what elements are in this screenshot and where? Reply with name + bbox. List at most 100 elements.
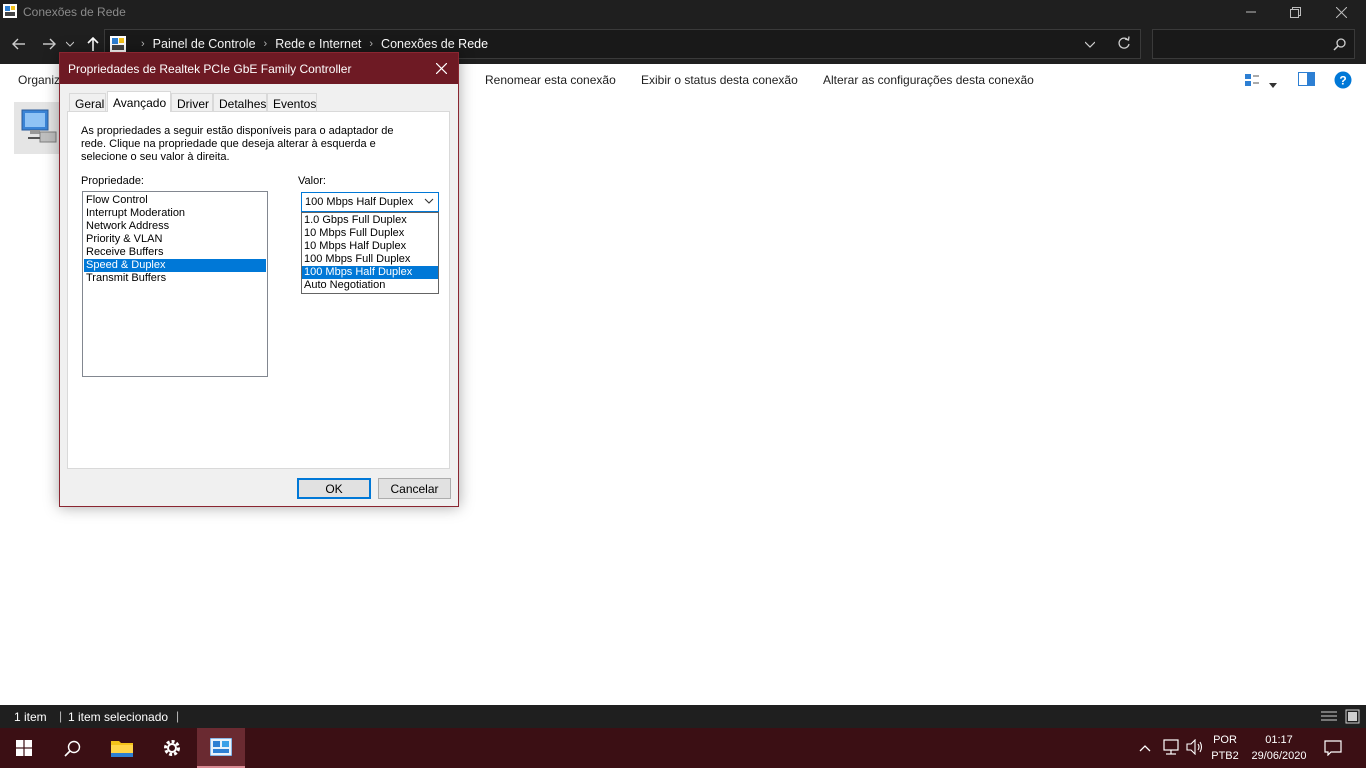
view-dropdown[interactable] [1269, 77, 1277, 91]
large-icons-view-icon [1345, 709, 1360, 724]
dropdown-option[interactable]: 1.0 Gbps Full Duplex [302, 214, 438, 227]
up-button[interactable] [82, 34, 104, 54]
list-item[interactable]: Priority & VLAN [84, 233, 266, 246]
large-icons-view-button[interactable] [1345, 709, 1360, 727]
property-listbox[interactable]: Flow Control Interrupt Moderation Networ… [82, 191, 268, 377]
windows-logo-icon [16, 740, 32, 756]
network-adapter-item[interactable] [14, 102, 64, 154]
volume-tray-button[interactable] [1186, 738, 1204, 758]
network-wired-icon [1163, 739, 1179, 755]
tab-driver[interactable]: Driver [171, 93, 213, 111]
tab-advanced[interactable]: Avançado [107, 91, 171, 112]
caret-down-icon [1269, 83, 1277, 88]
back-button[interactable] [8, 34, 30, 54]
file-explorer-taskbar-button[interactable] [98, 728, 146, 768]
combobox-value: 100 Mbps Half Duplex [305, 196, 414, 208]
forward-button[interactable] [38, 34, 60, 54]
chevron-right-icon: › [263, 38, 268, 50]
chevron-down-icon [1084, 41, 1096, 48]
list-item[interactable]: Interrupt Moderation [84, 207, 266, 220]
preview-pane-button[interactable] [1298, 72, 1315, 89]
list-item[interactable]: Receive Buffers [84, 246, 266, 259]
language-code: POR [1213, 734, 1237, 746]
item-count: 1 item [14, 710, 47, 724]
input-language-button[interactable]: POR PTB2 [1208, 732, 1242, 764]
control-panel-taskbar-button[interactable] [197, 728, 245, 768]
dialog-title-bar[interactable]: Propriedades de Realtek PCIe GbE Family … [60, 53, 458, 84]
show-hidden-icons-button[interactable] [1139, 741, 1151, 755]
list-item[interactable]: Flow Control [84, 194, 266, 207]
dialog-close-button[interactable] [424, 53, 458, 84]
property-label: Propriedade: [81, 175, 144, 187]
dropdown-option-selected[interactable]: 100 Mbps Half Duplex [302, 266, 438, 279]
close-icon [435, 63, 447, 74]
advanced-tab-panel: As propriedades a seguir estão disponíve… [67, 111, 450, 469]
refresh-button[interactable] [1117, 36, 1131, 53]
window-title: Conexões de Rede [23, 5, 126, 19]
view-status-button[interactable]: Exibir o status desta conexão [641, 73, 798, 87]
action-center-button[interactable] [1324, 740, 1342, 759]
view-options-icon [1245, 74, 1259, 86]
status-separator: | [59, 709, 63, 723]
chevron-down-icon [66, 41, 74, 47]
control-panel-icon [110, 36, 126, 52]
clock-button[interactable]: 01:17 29/06/2020 [1246, 732, 1312, 764]
search-icon [1333, 38, 1346, 51]
dropdown-option[interactable]: 10 Mbps Half Duplex [302, 240, 438, 253]
chevron-right-icon: › [141, 38, 145, 50]
notification-icon [1324, 740, 1342, 757]
network-connections-app-icon [3, 4, 17, 18]
details-view-icon [1321, 711, 1337, 721]
arrow-up-icon [87, 37, 99, 51]
clock-date: 29/06/2020 [1251, 750, 1307, 762]
search-icon [63, 740, 80, 757]
ok-button[interactable]: OK [297, 478, 371, 499]
recent-locations-button[interactable] [62, 34, 78, 54]
dropdown-option[interactable]: 10 Mbps Full Duplex [302, 227, 438, 240]
properties-dialog: Propriedades de Realtek PCIe GbE Family … [59, 52, 459, 507]
value-dropdown-list[interactable]: 1.0 Gbps Full Duplex 10 Mbps Full Duplex… [301, 212, 439, 294]
list-item[interactable]: Transmit Buffers [84, 272, 266, 285]
chevron-down-icon [424, 198, 434, 204]
close-icon [1335, 6, 1347, 18]
network-adapter-icon [21, 109, 57, 143]
status-separator: | [176, 709, 180, 723]
taskbar: POR PTB2 01:17 29/06/2020 [0, 728, 1366, 768]
change-settings-button[interactable]: Alterar as configurações desta conexão [823, 73, 1034, 87]
folder-icon [111, 741, 133, 757]
selected-count: 1 item selecionado [68, 710, 169, 724]
network-tray-button[interactable] [1162, 739, 1180, 758]
restore-button[interactable] [1272, 0, 1318, 24]
change-view-button[interactable] [1244, 72, 1260, 91]
tab-general[interactable]: Geral [69, 93, 106, 111]
svg-text:?: ? [1339, 74, 1346, 88]
search-taskbar-button[interactable] [48, 728, 96, 768]
breadcrumb-control-panel[interactable]: Painel de Controle [153, 37, 256, 51]
rename-connection-button[interactable]: Renomear esta conexão [485, 73, 616, 87]
status-bar: 1 item | 1 item selecionado | [0, 705, 1366, 728]
dialog-title: Propriedades de Realtek PCIe GbE Family … [68, 62, 352, 76]
minimize-button[interactable] [1228, 0, 1274, 24]
address-history-dropdown[interactable] [1084, 38, 1096, 52]
breadcrumb-network-internet[interactable]: Rede e Internet [275, 37, 361, 51]
help-button[interactable]: ? [1334, 71, 1352, 92]
start-button[interactable] [0, 728, 48, 768]
details-view-button[interactable] [1321, 710, 1337, 726]
breadcrumb-network-connections[interactable]: Conexões de Rede [381, 37, 488, 51]
dropdown-option[interactable]: Auto Negotiation [302, 279, 438, 292]
tab-events[interactable]: Eventos [267, 93, 317, 111]
organize-button[interactable]: Organiz [18, 73, 60, 87]
list-item-selected[interactable]: Speed & Duplex [84, 259, 266, 272]
dropdown-option[interactable]: 100 Mbps Full Duplex [302, 253, 438, 266]
tab-details[interactable]: Detalhes [213, 93, 267, 111]
search-input[interactable] [1152, 29, 1355, 59]
list-item[interactable]: Network Address [84, 220, 266, 233]
settings-taskbar-button[interactable] [148, 728, 196, 768]
restore-icon [1289, 6, 1301, 18]
value-label: Valor: [298, 175, 326, 187]
value-combobox[interactable]: 100 Mbps Half Duplex [301, 192, 439, 212]
minimize-icon [1246, 11, 1256, 13]
close-button[interactable] [1318, 0, 1364, 24]
chevron-up-icon [1139, 745, 1151, 752]
cancel-button[interactable]: Cancelar [378, 478, 451, 499]
